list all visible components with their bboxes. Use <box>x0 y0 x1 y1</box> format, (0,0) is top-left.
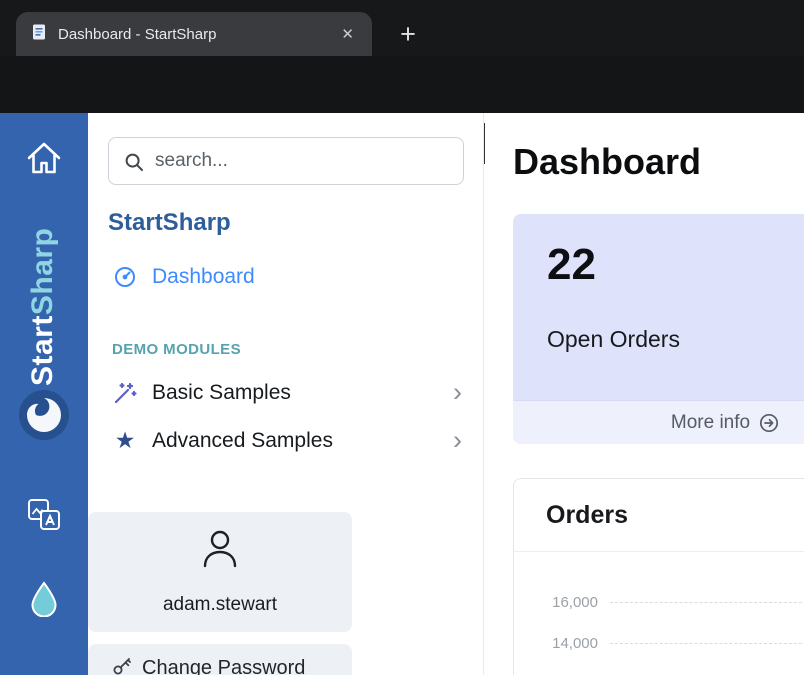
sidebar-item-basic-samples[interactable]: Basic Samples › <box>112 379 462 406</box>
sidebar-home-icon[interactable] <box>24 139 64 182</box>
open-orders-label: Open Orders <box>547 326 680 353</box>
chart-gridline-row: 16,000 <box>532 591 804 613</box>
browser-toolbar: ← → ↻ ⌂ serenity.is/demo/ <box>0 56 804 113</box>
browser-tab-strip: Dashboard - StartSharp ✕ + <box>0 0 804 56</box>
dashboard-gauge-icon <box>112 265 138 289</box>
chevron-right-icon: › <box>453 379 462 406</box>
main-content: Dashboard 22 Open Orders More info Order… <box>485 113 804 675</box>
change-password-link[interactable]: Change Password <box>88 644 352 675</box>
username: adam.stewart <box>88 594 352 616</box>
tab-title: Dashboard - StartSharp <box>58 26 327 43</box>
user-avatar-icon <box>197 526 243 575</box>
change-password-panel: Change Password <box>88 644 352 675</box>
vertical-brand: StartSharp <box>0 198 88 390</box>
orders-card-title: Orders <box>546 501 628 530</box>
sidebar-item-dashboard[interactable]: Dashboard <box>112 265 462 289</box>
open-orders-card: 22 Open Orders More info <box>513 214 804 444</box>
vertical-brand-start: Start <box>26 315 59 386</box>
y-axis-tick: 16,000 <box>532 594 598 611</box>
more-info-label: More info <box>671 412 750 434</box>
chart-gridline-row: 14,000 <box>532 632 804 654</box>
sidebar-section-header: DEMO MODULES <box>112 341 241 358</box>
sidebar-item-advanced-samples[interactable]: ★ Advanced Samples › <box>112 427 462 454</box>
translation-icon[interactable] <box>26 497 62 538</box>
magic-wand-icon <box>112 380 138 406</box>
sidebar-item-label: Basic Samples <box>152 381 291 405</box>
star-icon: ★ <box>112 429 138 452</box>
sidebar: StartSharp Dashboard DEMO MODULES Basic … <box>88 113 484 675</box>
sidebar-brand[interactable]: StartSharp <box>108 209 231 237</box>
orders-chart-card: Orders 16,000 14,000 <box>513 478 804 675</box>
theme-droplet-icon[interactable] <box>29 581 59 622</box>
key-icon <box>112 656 132 675</box>
search-input[interactable] <box>109 138 463 184</box>
tab-favicon-icon <box>30 23 48 46</box>
y-axis-tick: 14,000 <box>532 635 598 652</box>
arrow-circle-icon <box>759 413 779 433</box>
page-title: Dashboard <box>513 141 701 183</box>
change-password-label: Change Password <box>142 657 305 675</box>
sidebar-item-label: Dashboard <box>152 265 255 289</box>
tab-close-icon[interactable]: ✕ <box>337 23 358 45</box>
search-icon <box>124 152 144 172</box>
more-info-link[interactable]: More info <box>513 400 804 444</box>
card-divider <box>514 551 804 552</box>
chevron-right-icon: › <box>453 427 462 454</box>
user-panel: adam.stewart <box>88 512 352 632</box>
gridline <box>610 643 804 644</box>
new-tab-button[interactable]: + <box>392 18 424 50</box>
search-box <box>108 137 464 185</box>
sidebar-item-label: Advanced Samples <box>152 429 333 453</box>
open-orders-value: 22 <box>547 240 596 290</box>
vertical-brand-sharp: Sharp <box>26 228 59 316</box>
browser-tab[interactable]: Dashboard - StartSharp ✕ <box>16 12 372 56</box>
serenity-logo-icon[interactable] <box>18 389 70 446</box>
left-icon-rail: StartSharp <box>0 113 88 675</box>
gridline <box>610 602 804 603</box>
browser-window: Dashboard - StartSharp ✕ + ← → ↻ ⌂ seren… <box>0 0 804 675</box>
